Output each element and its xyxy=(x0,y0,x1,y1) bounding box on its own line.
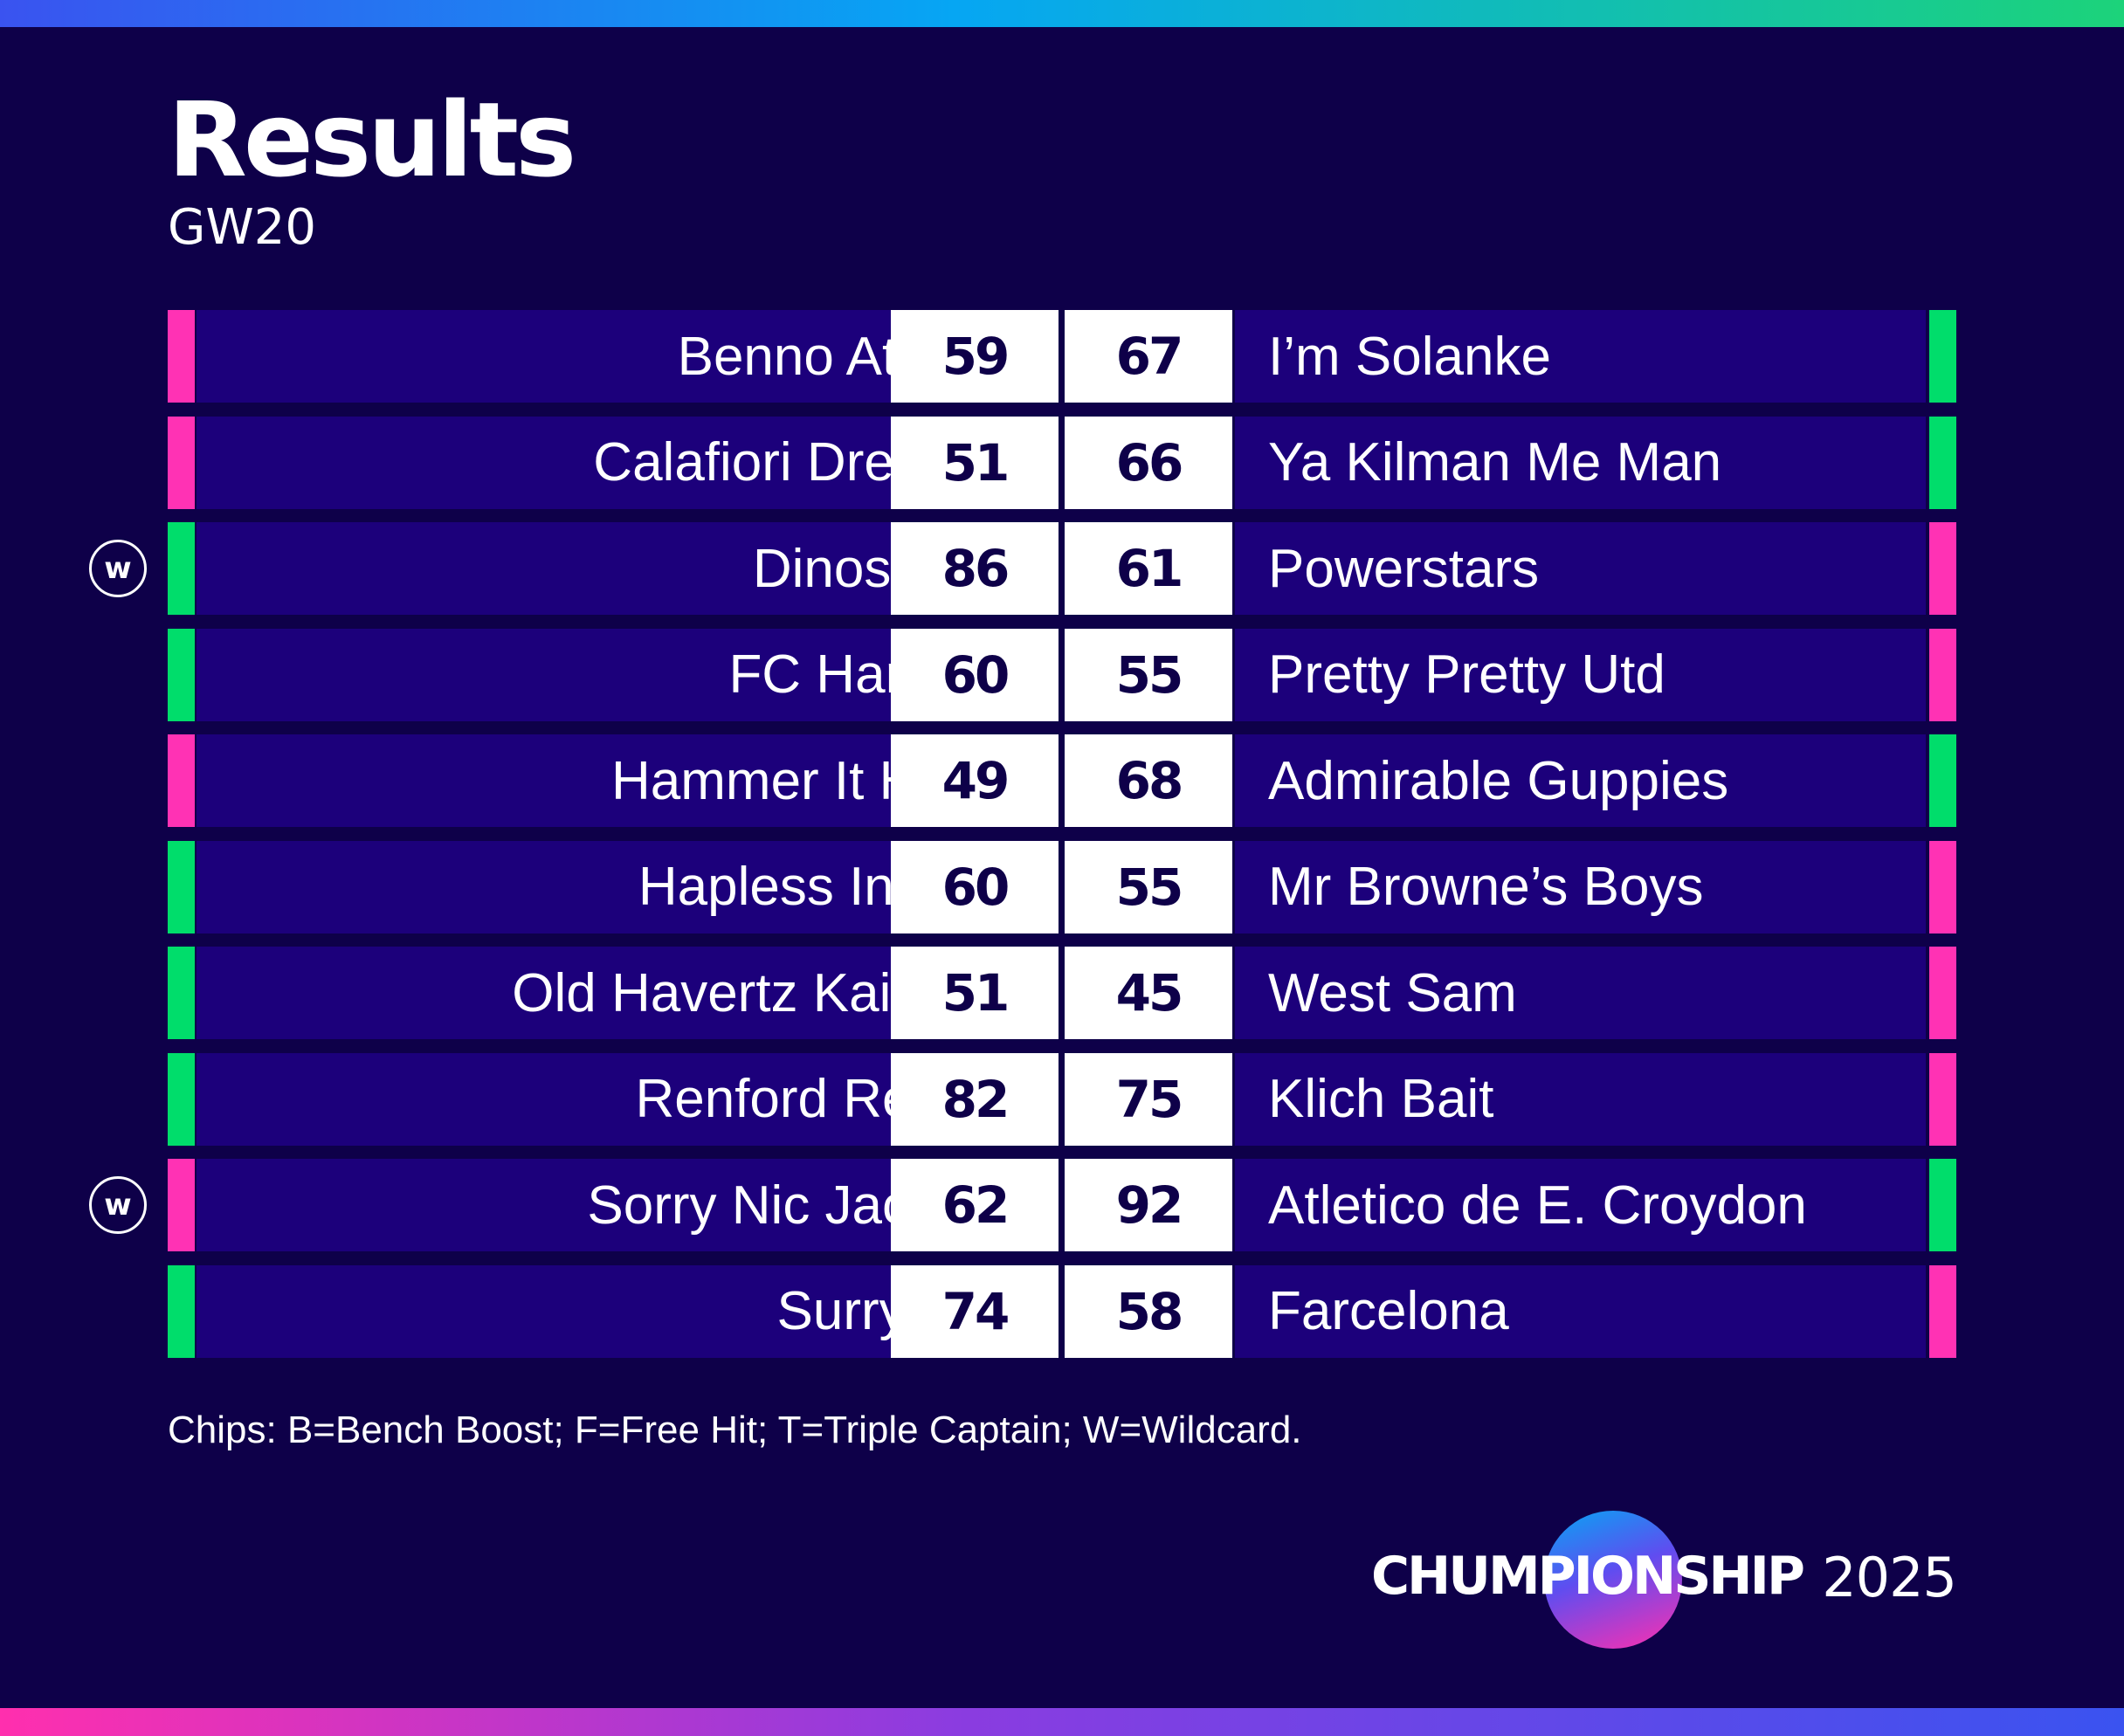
away-result-stripe xyxy=(1929,416,1956,509)
away-team-name: Farcelona xyxy=(1268,1281,1509,1341)
away-team-name: Ya Kilman Me Man xyxy=(1268,432,1722,493)
match-row: Calafiori Dreamin’ 51 66 Ya Kilman Me Man xyxy=(168,416,1956,509)
home-result-stripe xyxy=(168,840,195,933)
away-score: 68 xyxy=(1065,734,1232,827)
match-row: Hammer It Home 49 68 Admirable Guppies xyxy=(168,734,1956,827)
match-row: Surry Hills7458Farcelona xyxy=(168,1264,1956,1358)
away-result-stripe xyxy=(1929,840,1956,933)
away-result-stripe xyxy=(1929,1264,1956,1358)
home-result-stripe xyxy=(168,734,195,827)
away-result-stripe xyxy=(1929,522,1956,615)
away-score: 92 xyxy=(1065,1159,1232,1251)
away-team-name: I’m Solanke xyxy=(1268,326,1551,387)
away-team-name: Powerstars xyxy=(1268,538,1540,599)
home-result-stripe xyxy=(168,416,195,509)
home-result-stripe xyxy=(168,1052,195,1146)
brand-year: 2025 xyxy=(1822,1546,1957,1609)
home-result-stripe xyxy=(168,522,195,615)
match-row: Old Havertz Kai Hard 51 45 West Sam xyxy=(168,947,1956,1039)
home-result-stripe xyxy=(168,947,195,1039)
away-result-stripe xyxy=(1929,734,1956,827)
away-team-name: Atletico de E. Croydon xyxy=(1268,1175,1807,1236)
away-team-name: Pretty Pretty Utd xyxy=(1268,644,1665,705)
brand-logo: CHUMPIONSHIP 2025 xyxy=(1371,1511,1957,1659)
match-row: Sorry Nic Jackson 62 92 Atletico de E. Croy… xyxy=(89,1159,1956,1251)
home-score: 49 xyxy=(891,734,1059,827)
away-score: 66 xyxy=(1065,416,1232,509)
wildcard-chip-badge: W xyxy=(89,1176,147,1234)
away-team: Atletico de E. Croydon xyxy=(1235,1159,1926,1251)
away-result-stripe xyxy=(1929,1159,1956,1251)
home-score: 51 xyxy=(891,416,1059,509)
away-team: Ya Kilman Me Man xyxy=(1235,416,1926,509)
match-row: FC Hammer 60 55 Pretty Pretty Utd xyxy=(168,628,1956,721)
match-row: Dinoscores 86 61 Powerstars W xyxy=(89,522,1956,615)
top-gradient-bar xyxy=(0,0,2124,27)
away-result-stripe xyxy=(1929,310,1956,403)
gameweek-label: GW20 xyxy=(168,199,317,256)
away-result-stripe xyxy=(1929,628,1956,721)
away-team: Klich Bait xyxy=(1235,1052,1926,1146)
away-team-name: Mr Browne’s Boys xyxy=(1268,857,1704,917)
chips-legend: Chips: B=Bench Boost; F=Free Hit; T=Trip… xyxy=(168,1409,1302,1451)
away-score: 61 xyxy=(1065,522,1232,615)
away-team-name: Klich Bait xyxy=(1268,1069,1494,1129)
away-team-name: West Sam xyxy=(1268,962,1517,1023)
page-title: Results xyxy=(168,79,576,200)
away-team: Farcelona xyxy=(1235,1264,1926,1358)
away-team: Pretty Pretty Utd xyxy=(1235,628,1926,721)
bottom-gradient-bar xyxy=(0,1708,2124,1736)
away-result-stripe xyxy=(1929,1052,1956,1146)
away-result-stripe xyxy=(1929,947,1956,1039)
results-list: Benno Athletic 59 67 I’m Solanke Calafiori D… xyxy=(89,310,1956,1371)
home-result-stripe xyxy=(168,628,195,721)
home-score: 59 xyxy=(891,310,1059,403)
home-score: 51 xyxy=(891,947,1059,1039)
away-team: Mr Browne’s Boys xyxy=(1235,840,1926,933)
away-team: I’m Solanke xyxy=(1235,310,1926,403)
home-result-stripe xyxy=(168,1159,195,1251)
home-result-stripe xyxy=(168,310,195,403)
wildcard-chip-badge: W xyxy=(89,540,147,597)
home-score: 60 xyxy=(891,628,1059,721)
away-team: Admirable Guppies xyxy=(1235,734,1926,827)
home-score: 82 xyxy=(891,1052,1059,1146)
away-score: 58 xyxy=(1065,1264,1232,1358)
away-score: 67 xyxy=(1065,310,1232,403)
home-result-stripe xyxy=(168,1264,195,1358)
away-team: Powerstars xyxy=(1235,522,1926,615)
away-team-name: Admirable Guppies xyxy=(1268,750,1729,811)
brand-name: CHUMPIONSHIP xyxy=(1371,1546,1805,1607)
away-score: 45 xyxy=(1065,947,1232,1039)
home-score: 86 xyxy=(891,522,1059,615)
match-row: Benno Athletic 59 67 I’m Solanke xyxy=(168,310,1956,403)
home-score: 60 xyxy=(891,840,1059,933)
away-score: 55 xyxy=(1065,628,1232,721)
home-score: 74 xyxy=(891,1264,1059,1358)
match-row: Hapless Ingles? 60 55 Mr Browne’s Boys xyxy=(168,840,1956,933)
away-score: 75 xyxy=(1065,1052,1232,1146)
away-score: 55 xyxy=(1065,840,1232,933)
match-row: Renford Rejects 82 75 Klich Bait xyxy=(168,1052,1956,1146)
away-team: West Sam xyxy=(1235,947,1926,1039)
home-score: 62 xyxy=(891,1159,1059,1251)
